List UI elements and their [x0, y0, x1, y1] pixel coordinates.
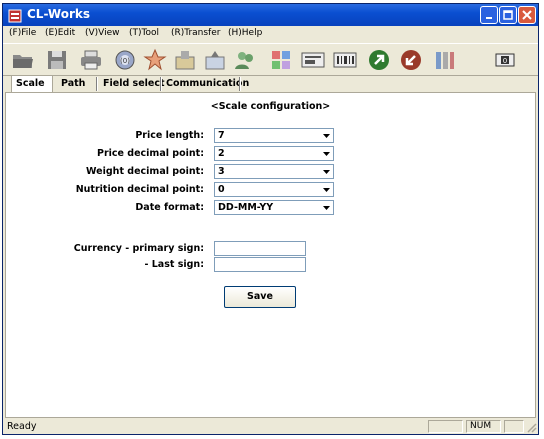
menu-bar: (F)File (E)Edit (V)View (T)Tool (R)Trans…: [3, 26, 538, 42]
maximize-icon: [503, 10, 513, 20]
weight-decimal-value: 3: [218, 166, 225, 177]
save-button[interactable]: Save: [224, 286, 296, 308]
minimize-icon: [486, 17, 492, 19]
nutrition-decimal-select[interactable]: 0: [214, 182, 334, 197]
status-bar: Ready NUM: [3, 418, 538, 434]
menu-edit[interactable]: (E)Edit: [45, 28, 75, 38]
badge-text: 0: [503, 57, 507, 65]
tab-strip: Scale Path Field select Communication: [3, 75, 538, 93]
chevron-down-icon[interactable]: [321, 148, 332, 159]
minimize-button[interactable]: [480, 6, 498, 24]
import-icon[interactable]: [173, 48, 197, 72]
tools-icon[interactable]: [433, 48, 457, 72]
menu-tool[interactable]: (T)Tool: [129, 28, 159, 38]
open-folder-icon[interactable]: [11, 48, 35, 72]
status-text: Ready: [7, 421, 37, 432]
weight-decimal-select[interactable]: 3: [214, 164, 334, 179]
price-length-label: Price length:: [135, 130, 204, 141]
price-decimal-value: 2: [218, 148, 225, 159]
menu-view[interactable]: (V)View: [85, 28, 120, 38]
currency-primary-input[interactable]: [214, 241, 306, 256]
status-pane-empty: [504, 420, 524, 433]
chevron-down-icon[interactable]: [321, 202, 332, 213]
toolbar: (0) 0: [3, 43, 538, 76]
currency-primary-label: Currency - primary sign:: [73, 243, 204, 254]
section-heading: <Scale configuration>: [210, 101, 331, 112]
weight-decimal-label: Weight decimal point:: [86, 166, 204, 177]
grid-icon[interactable]: [269, 48, 293, 72]
app-icon: [8, 8, 22, 23]
num-lock-indicator: NUM: [466, 420, 501, 433]
price-decimal-select[interactable]: 2: [214, 146, 334, 161]
currency-last-label: - Last sign:: [144, 259, 205, 270]
window-title: CL-Works: [27, 7, 90, 21]
chevron-down-icon[interactable]: [321, 166, 332, 177]
download-icon[interactable]: [399, 48, 423, 72]
scale-icon[interactable]: (0): [113, 48, 137, 72]
resize-grip-icon[interactable]: [525, 421, 537, 433]
upload-icon[interactable]: [367, 48, 391, 72]
badge-icon[interactable]: 0: [493, 48, 517, 72]
close-icon: [522, 10, 532, 20]
tab-path[interactable]: Path: [57, 76, 89, 93]
chevron-down-icon[interactable]: [321, 130, 332, 141]
export-icon[interactable]: [203, 48, 227, 72]
title-bar[interactable]: CL-Works: [3, 4, 538, 26]
close-button[interactable]: [518, 6, 536, 24]
price-length-value: 7: [218, 130, 225, 141]
save-disk-icon[interactable]: [45, 48, 69, 72]
tab-divider: [239, 77, 241, 91]
svg-text:(0): (0): [120, 57, 130, 65]
price-decimal-label: Price decimal point:: [97, 148, 204, 159]
menu-help[interactable]: (H)Help: [228, 28, 262, 38]
currency-last-input[interactable]: [214, 257, 306, 272]
nutrition-decimal-label: Nutrition decimal point:: [75, 184, 204, 195]
tab-field-select[interactable]: Field select: [99, 76, 169, 93]
price-length-select[interactable]: 7: [214, 128, 334, 143]
tab-divider: [96, 77, 98, 91]
nutrition-decimal-value: 0: [218, 184, 225, 195]
maximize-button[interactable]: [499, 6, 517, 24]
date-format-select[interactable]: DD-MM-YY: [214, 200, 334, 215]
label-icon[interactable]: [301, 48, 325, 72]
date-format-value: DD-MM-YY: [218, 202, 274, 213]
app-window: CL-Works (F)File (E)Edit (V)View (T)Tool…: [2, 3, 539, 435]
barcode-icon[interactable]: [333, 48, 357, 72]
menu-file[interactable]: (F)File: [9, 28, 36, 38]
users-icon[interactable]: [233, 48, 257, 72]
status-pane-empty: [428, 420, 463, 433]
menu-transfer[interactable]: (R)Transfer: [171, 28, 220, 38]
scale-config-panel: <Scale configuration> Price length: 7 Pr…: [5, 92, 536, 418]
printer-icon[interactable]: [79, 48, 103, 72]
chevron-down-icon[interactable]: [321, 184, 332, 195]
tab-scale[interactable]: Scale: [11, 75, 53, 93]
star-icon[interactable]: [143, 48, 167, 72]
date-format-label: Date format:: [135, 202, 204, 213]
